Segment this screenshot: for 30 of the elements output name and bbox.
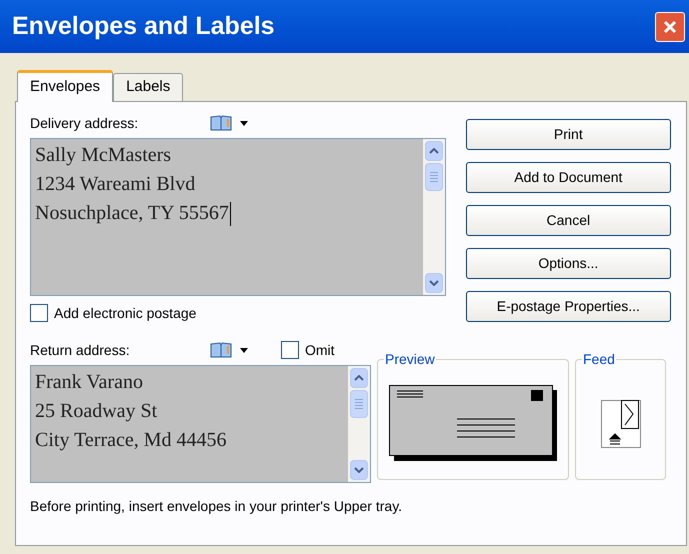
return-address-label: Return address: — [30, 340, 131, 360]
chevron-up-icon — [354, 375, 364, 381]
vertical-scrollbar[interactable] — [422, 139, 445, 295]
status-text: Before printing, insert envelopes in your printer's Upper tray. — [30, 497, 404, 516]
address-book-icon[interactable] — [210, 115, 232, 131]
checkbox[interactable] — [30, 304, 48, 322]
chevron-down-icon — [354, 467, 364, 473]
vertical-scrollbar[interactable] — [348, 366, 370, 482]
tab[interactable]: Labels — [113, 73, 184, 101]
checkbox[interactable] — [281, 341, 299, 359]
dialog-button[interactable]: Options... — [466, 248, 671, 279]
close-button[interactable] — [655, 12, 685, 42]
dialog-button[interactable]: E-postage Properties... — [466, 291, 671, 322]
tab[interactable]: Envelopes — [17, 70, 114, 102]
dialog-button[interactable]: Add to Document — [466, 162, 671, 193]
dialog-button[interactable]: Cancel — [466, 205, 671, 236]
omit-label: Omit — [305, 340, 335, 360]
envelope-feed-icon — [600, 400, 640, 448]
delivery-address-field[interactable]: Sally McMasters 1234 Wareami Blvd Nosuchplace, TY 55567 — [30, 138, 446, 296]
window-title: Envelopes and Labels — [12, 10, 275, 42]
dropdown-caret-icon[interactable] — [240, 348, 248, 352]
chevron-down-icon — [428, 280, 439, 286]
address-book-icon[interactable] — [210, 342, 232, 358]
dialog-button[interactable]: Print — [466, 119, 671, 150]
dropdown-caret-icon[interactable] — [240, 120, 248, 126]
electronic-postage-label: Add electronic postage — [54, 304, 196, 323]
return-address-field[interactable]: Frank Varano 25 Roadway St City Terrace, Md 44456 — [30, 365, 371, 483]
delivery-address-label: Delivery address: — [30, 114, 140, 133]
chevron-up-icon — [428, 148, 439, 154]
close-icon — [662, 18, 678, 34]
